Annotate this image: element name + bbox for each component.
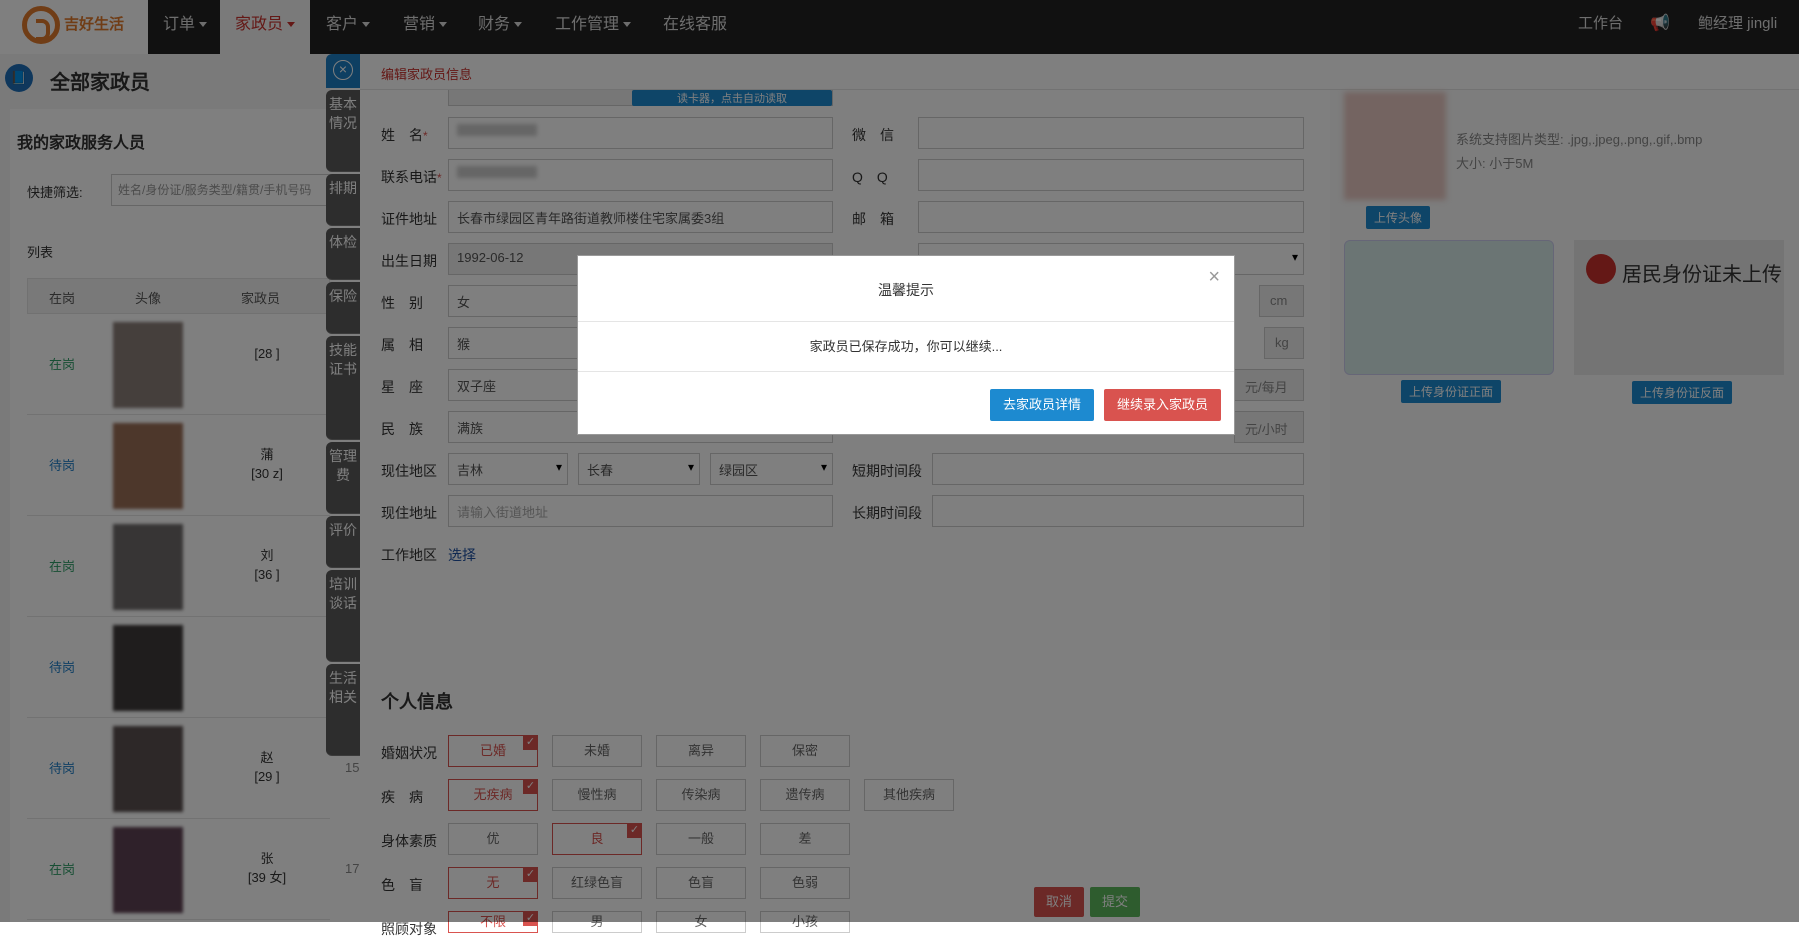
dialog-header: 温馨提示 × [578,256,1234,322]
modal-backdrop[interactable] [0,0,1799,922]
dialog-message: 家政员已保存成功，你可以继续... [578,322,1234,372]
continue-entry-button[interactable]: 继续录入家政员 [1104,389,1221,421]
notice-dialog: 温馨提示 × 家政员已保存成功，你可以继续... 去家政员详情 继续录入家政员 [577,255,1235,435]
care-target-label: 照顾对象 [381,921,437,937]
go-to-detail-button[interactable]: 去家政员详情 [990,389,1094,421]
dialog-title: 温馨提示 [878,282,934,298]
close-icon[interactable]: × [1208,266,1220,289]
